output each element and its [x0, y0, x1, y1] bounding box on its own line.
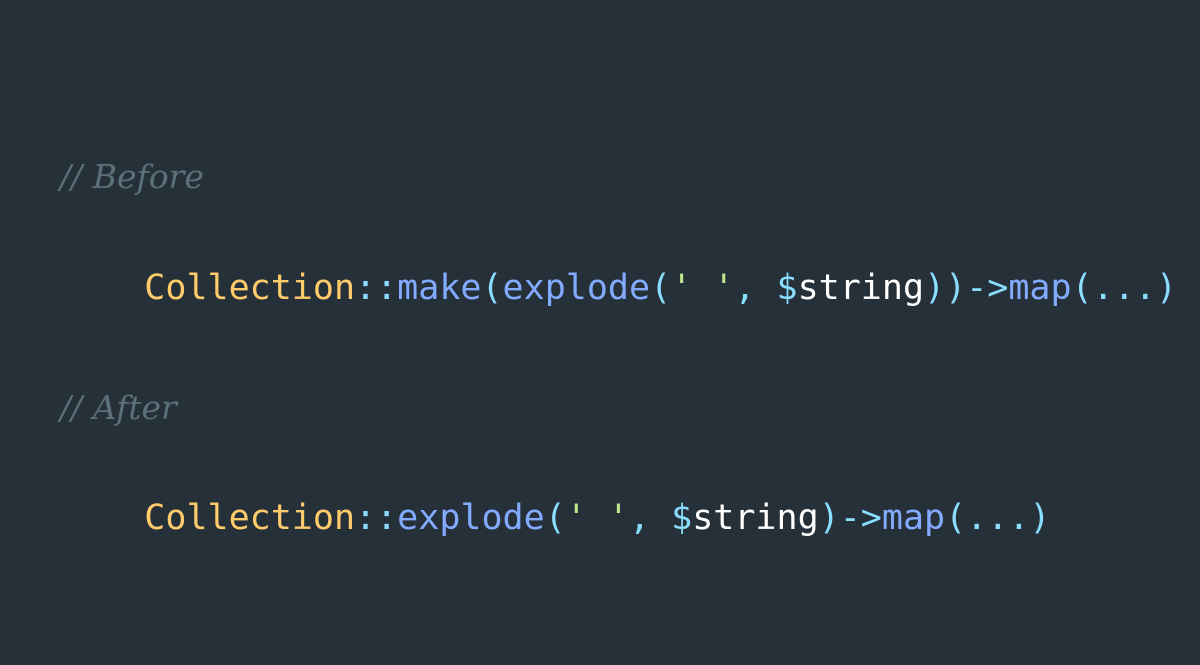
token-punctuation: (...) — [1071, 268, 1177, 308]
token-operator: :: — [355, 498, 398, 538]
token-class: Collection — [144, 268, 356, 308]
comment-before: // Before — [60, 157, 204, 196]
token-function: map — [881, 498, 946, 538]
token-punctuation: , — [734, 268, 777, 308]
token-class: Collection — [144, 498, 356, 538]
token-operator: $ — [776, 268, 798, 308]
token-punctuation: ( — [544, 498, 566, 538]
token-variable: string — [797, 268, 925, 308]
token-punctuation: ( — [650, 268, 672, 308]
token-variable: string — [692, 498, 819, 538]
token-punctuation: ) — [818, 498, 840, 538]
token-string: ' ' — [565, 498, 629, 538]
token-punctuation: )) — [924, 268, 967, 308]
token-operator: -> — [966, 268, 1009, 308]
code-snippet: // Before Collection::make(explode(' ', … — [60, 0, 1180, 665]
code-line-after: Collection::explode(' ', $string)->map(.… — [60, 466, 1050, 571]
token-operator: :: — [355, 268, 398, 308]
token-operator: $ — [671, 498, 693, 538]
token-operator: -> — [839, 498, 882, 538]
token-punctuation: , — [628, 498, 672, 538]
token-punctuation: (...) — [945, 498, 1051, 538]
token-function: explode — [397, 498, 545, 538]
comment-after: // After — [60, 388, 177, 427]
token-function: map — [1008, 268, 1072, 308]
token-string: ' ' — [671, 268, 735, 308]
token-punctuation: ( — [481, 268, 503, 308]
token-function: explode — [502, 268, 651, 308]
code-line-before: Collection::make(explode(' ', $string))-… — [60, 236, 1177, 341]
token-function: make — [397, 268, 482, 308]
